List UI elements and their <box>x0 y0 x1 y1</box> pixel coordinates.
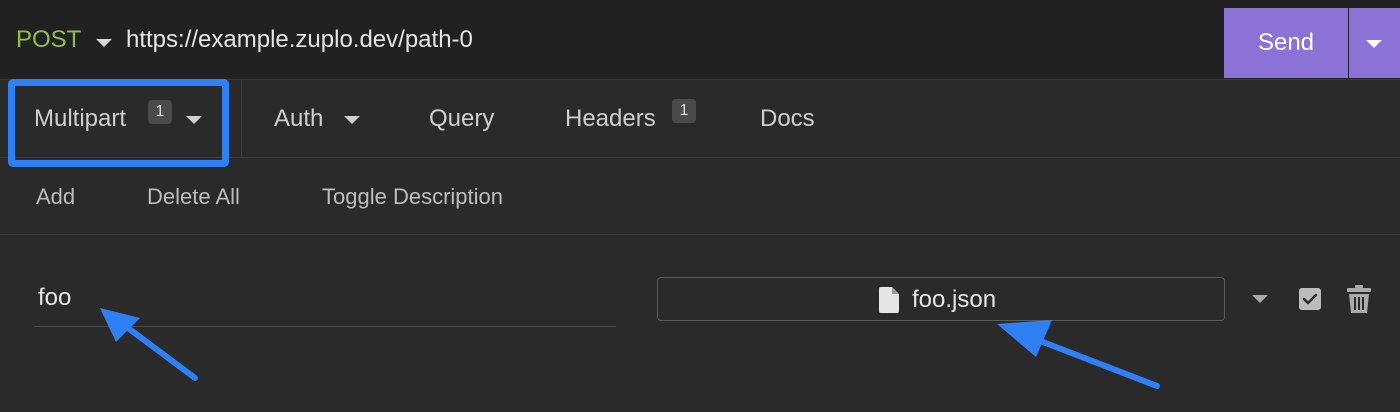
arrow-to-file <box>997 320 1160 389</box>
arrow-to-param-name <box>100 308 198 381</box>
annotation-arrows <box>100 308 1160 389</box>
